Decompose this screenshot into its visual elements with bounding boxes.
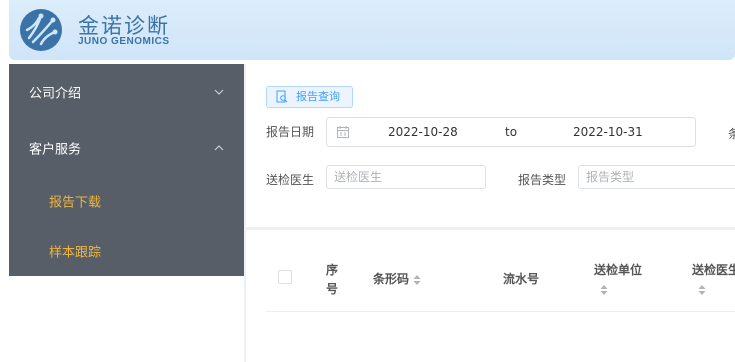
report-type-label: 报告类型 [518,173,567,187]
column-header-barcode-label: 条形码 [373,272,410,286]
report-type-select-wrapper [578,165,735,189]
date-end-value[interactable]: 2022-10-31 [573,125,643,139]
table-header-divider [266,311,735,312]
content-divider [244,64,246,362]
report-type-select[interactable] [579,166,735,188]
sort-icon[interactable] [413,274,421,286]
report-date-range-picker[interactable]: 2022-10-28 to 2022-10-31 [326,117,696,147]
report-query-tab-label: 报告查询 [296,90,340,103]
column-header-index-line1: 序 [326,263,339,277]
column-header-serial: 流水号 [503,270,539,289]
sidebar-subitem-sample-tracking[interactable]: 样本跟踪 [9,228,244,274]
sidebar-subitem-label: 报告下载 [49,195,102,211]
logo-english-name: JUNO GENOMICS [78,36,170,47]
report-date-label: 报告日期 [266,125,315,139]
date-start-value[interactable]: 2022-10-28 [388,125,458,139]
select-all-checkbox[interactable] [278,270,292,284]
column-header-doctor[interactable]: 送检医生 [692,261,735,299]
chevron-up-icon [214,145,224,151]
column-header-doctor-label: 送检医生 [692,263,735,277]
sort-icon[interactable] [600,284,608,296]
truncated-field-label: 条 [728,127,735,141]
column-header-barcode[interactable]: 条形码 [373,270,421,289]
sidebar: 公司介绍 客户服务 报告下载 样本跟踪 [9,64,244,276]
column-header-serial-label: 流水号 [503,272,540,286]
sidebar-subitem-report-download[interactable]: 报告下载 [9,178,244,224]
column-header-unit-label: 送检单位 [594,263,643,277]
doctor-label: 送检医生 [266,173,315,187]
section-divider [246,227,735,230]
date-separator: to [505,125,518,139]
column-header-index: 序 号 [326,261,338,299]
juno-logo-icon [20,9,62,51]
column-header-index-line2: 号 [326,282,339,296]
report-search-icon [276,90,288,103]
sidebar-subitem-label: 样本跟踪 [49,245,102,261]
sort-icon[interactable] [698,284,706,296]
sidebar-item-label: 客户服务 [29,142,82,158]
calendar-icon [337,126,349,138]
app-header: 金诺诊断 JUNO GENOMICS [9,0,735,60]
doctor-input-wrapper [326,165,486,189]
doctor-input[interactable] [327,166,485,188]
sidebar-item-company-intro[interactable]: 公司介绍 [9,64,244,120]
sidebar-item-label: 公司介绍 [29,86,82,102]
column-header-unit[interactable]: 送检单位 [594,261,642,299]
chevron-down-icon [214,89,224,95]
sidebar-item-customer-service[interactable]: 客户服务 [9,120,244,176]
report-query-tab[interactable]: 报告查询 [266,86,353,108]
